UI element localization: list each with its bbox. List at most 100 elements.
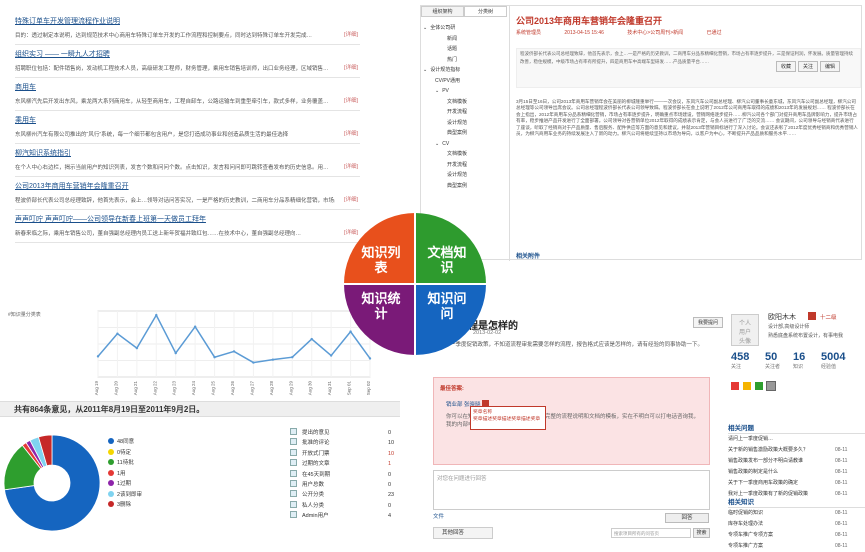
knowledge-item-title[interactable]: 商用车	[15, 82, 360, 92]
tree-node[interactable]: 开发流程	[423, 107, 507, 118]
tree-node-label[interactable]: 全体公司研	[430, 25, 455, 31]
knowledge-item-title[interactable]: 公司2013年商用车营销年会隆重召开	[15, 181, 360, 191]
knowledge-item-more-link[interactable]: [详细]	[344, 195, 358, 203]
tree-node-label[interactable]: PV	[442, 88, 449, 94]
service-stat-label[interactable]: Admin用户	[302, 513, 329, 519]
tree-node[interactable]: 话题	[423, 44, 507, 55]
data-point[interactable]	[96, 355, 100, 358]
follow-button[interactable]: 关注	[798, 61, 819, 72]
doc-path[interactable]: 技术中心>公司周刊>新闻	[627, 30, 683, 36]
ask-question-label[interactable]: 我要提问	[693, 317, 724, 328]
tree-node[interactable]: 开发流程	[423, 160, 507, 171]
service-stat-label[interactable]: 在45天到期	[302, 472, 330, 478]
data-point[interactable]	[368, 357, 372, 360]
related-item-title[interactable]: 请问上一季度促销…	[728, 436, 773, 442]
tree-node-label[interactable]: 话题	[447, 46, 457, 52]
tree-node-label[interactable]: 文档模板	[447, 99, 467, 105]
tree-node-label[interactable]: 典型案例	[447, 183, 467, 189]
medal-icon[interactable]	[766, 381, 776, 391]
tree-node[interactable]: 典型案例	[423, 181, 507, 192]
tree-node-label[interactable]: 设计规范	[447, 172, 467, 178]
related-item[interactable]: 库存车处理办法 08-11	[728, 519, 865, 530]
related-item-title[interactable]: 临时促销的知识	[728, 510, 763, 516]
data-point[interactable]	[329, 354, 333, 357]
stat-followers[interactable]: 50 关注者	[765, 351, 780, 370]
tree-node[interactable]: 设计规范	[423, 170, 507, 181]
data-point[interactable]	[271, 358, 275, 361]
tree-node-label[interactable]: 热门	[447, 57, 457, 63]
stat-experience[interactable]: 5004 经验值	[821, 351, 845, 370]
tree-node-label[interactable]: 文档模板	[447, 151, 467, 157]
knowledge-item-more-link[interactable]: [详细]	[344, 63, 358, 71]
knowledge-item-more-link[interactable]: [详细]	[344, 162, 358, 170]
stats-tag-label[interactable]: #知识量分类表	[8, 311, 41, 318]
answer-button[interactable]: 回答	[665, 513, 709, 523]
medal-icon[interactable]	[755, 382, 763, 390]
tree-node[interactable]: 热门	[423, 55, 507, 66]
related-item[interactable]: 关于下一季度商用车政策的确定 08-11	[728, 478, 865, 489]
favorite-button[interactable]: 收藏	[776, 61, 797, 72]
tree-node-label[interactable]: 开发流程	[447, 162, 467, 168]
related-item-title[interactable]: 库存车处理办法	[728, 521, 763, 527]
medal-icon[interactable]	[731, 382, 739, 390]
knowledge-item-more-link[interactable]: [详细]	[344, 30, 358, 38]
file-attach-link[interactable]: 文件	[433, 512, 444, 520]
tree-node[interactable]: 典型案例	[423, 128, 507, 139]
tab-other-answers[interactable]: 其他回答	[433, 527, 493, 539]
tab-org-structure[interactable]: 组织架构	[421, 6, 464, 17]
tree-expand-icon[interactable]: ⌄	[435, 141, 439, 147]
tree-node-label[interactable]: 典型案例	[447, 130, 467, 136]
data-point[interactable]	[310, 337, 313, 341]
quadrant-label-list[interactable]: 知识列 表	[356, 245, 406, 275]
profile-name[interactable]: 欧阳木木	[768, 312, 796, 322]
tree-node[interactable]: ⌄ CV	[423, 139, 507, 150]
related-item-title[interactable]: 专项车推广专项方案	[728, 532, 773, 538]
tree-node[interactable]: CV/PV通用	[423, 76, 507, 87]
tree-node-label[interactable]: CV	[442, 141, 449, 147]
knowledge-item-title[interactable]: 组织实习 —— 一瞬九人才招聘	[15, 49, 360, 59]
knowledge-item-title[interactable]: 乘用车	[15, 115, 360, 125]
tree-node[interactable]: ⌄ 全体公司研	[423, 23, 507, 34]
tree-node[interactable]: 设计规范	[423, 118, 507, 129]
knowledge-item-more-link[interactable]: [详细]	[344, 96, 358, 104]
service-stat-label[interactable]: 过期的文章	[302, 461, 330, 467]
related-item-title[interactable]: 销售政策发布一部分不明白请教谁	[728, 458, 803, 464]
data-point[interactable]	[232, 350, 236, 353]
service-stat-label[interactable]: 用户总数	[302, 482, 324, 488]
tree-node[interactable]: 新闻	[423, 34, 507, 45]
quadrant-label-document[interactable]: 文档知 识	[422, 245, 472, 275]
data-point[interactable]	[155, 313, 158, 317]
tree-node[interactable]: ⌄ PV	[423, 86, 507, 97]
tree-node[interactable]: 文档模板	[423, 97, 507, 108]
tree-node-label[interactable]: 新闻	[447, 36, 457, 42]
related-item-title[interactable]: 专项车推广方案	[728, 543, 763, 549]
data-point[interactable]	[291, 356, 294, 359]
tab-category-tree[interactable]: 分类树	[464, 6, 507, 17]
avatar[interactable]: 个人 用户 头像	[731, 314, 759, 346]
related-item-title[interactable]: 销售政策的制定是什么	[728, 469, 778, 475]
related-item-title[interactable]: 关于下一季度商用车政策的确定	[728, 480, 798, 486]
service-stat-label[interactable]: 公开分类	[302, 492, 324, 498]
tree-expand-icon[interactable]: ⌄	[435, 88, 439, 94]
tree-node[interactable]: 文档模板	[423, 149, 507, 160]
related-item[interactable]: 专项车推广专项方案 08-11	[728, 530, 865, 541]
data-point[interactable]	[174, 351, 177, 355]
quadrant-label-qa[interactable]: 知识问 问	[422, 291, 472, 321]
service-stat-label[interactable]: 开放式门票	[302, 451, 330, 457]
knowledge-item-title[interactable]: 柳汽知识系统指引	[15, 148, 360, 158]
tree-node-label[interactable]: CV/PV通用	[435, 78, 460, 84]
medal-icon[interactable]	[743, 382, 751, 390]
tree-expand-icon[interactable]: ⌄	[423, 25, 427, 31]
data-point[interactable]	[213, 356, 216, 359]
qa-search-input[interactable]: 搜索项目所有的问答页	[611, 528, 691, 538]
quadrant-label-stats[interactable]: 知识统 计	[356, 291, 406, 321]
stat-follows[interactable]: 458 关注	[731, 351, 749, 370]
tree-node-label[interactable]: 开发流程	[447, 109, 467, 115]
data-point[interactable]	[135, 346, 139, 350]
data-point[interactable]	[193, 325, 197, 328]
data-point[interactable]	[116, 332, 119, 335]
knowledge-item-title[interactable]: 声声叮咛 声声叮咛——公司领导在新春上班第一天做员工拜年	[15, 214, 360, 224]
knowledge-item-title[interactable]: 特殊订单车开发管理流程作业说明	[15, 16, 360, 26]
related-item[interactable]: 临时促销的知识 08-11	[728, 508, 865, 519]
service-stat-label[interactable]: 批准的评论	[302, 440, 330, 446]
